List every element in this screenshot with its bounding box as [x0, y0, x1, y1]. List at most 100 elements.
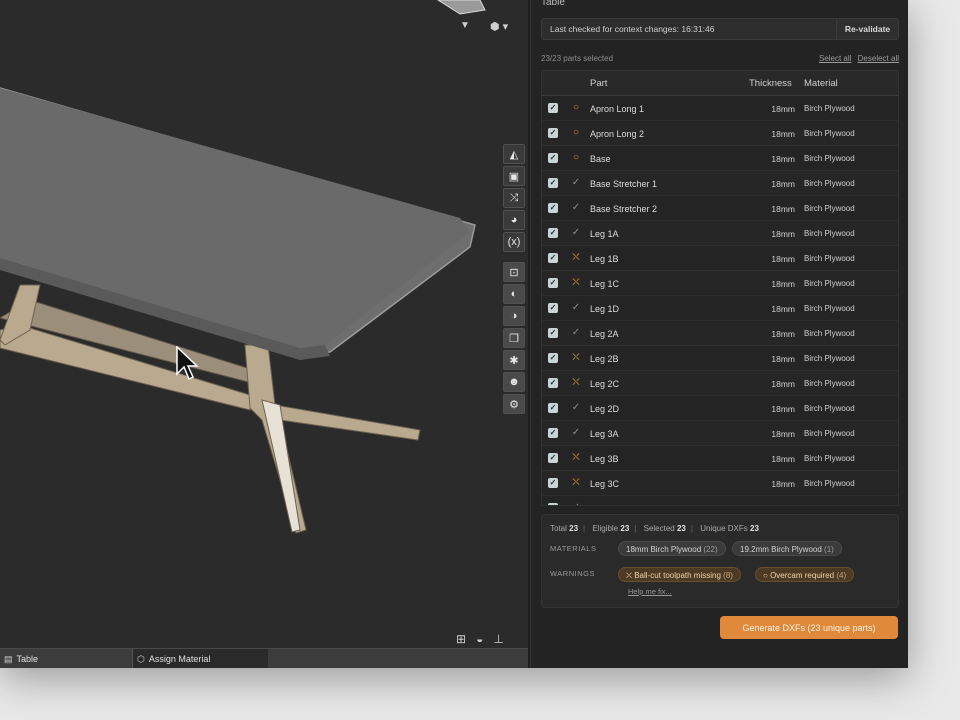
- tab-assign-material[interactable]: ⬡ Assign Material: [132, 649, 268, 668]
- row-checkbox[interactable]: ✓: [548, 128, 558, 138]
- part-material[interactable]: Birch Plywood: [804, 354, 855, 363]
- header-thickness[interactable]: Thickness: [749, 78, 792, 89]
- explode-icon[interactable]: ✱: [503, 350, 525, 370]
- part-material[interactable]: Birch Plywood: [804, 454, 855, 463]
- row-checkbox[interactable]: ✓: [548, 203, 558, 213]
- part-material[interactable]: Birch Plywood: [804, 304, 855, 313]
- row-checkbox[interactable]: ✓: [548, 103, 558, 113]
- table-row[interactable]: ✓ ○ Apron Long 2 18mm Birch Plywood: [542, 121, 898, 146]
- row-checkbox[interactable]: ✓: [548, 428, 558, 438]
- view-menu-caret-icon[interactable]: ▼: [460, 20, 470, 31]
- table-row[interactable]: ✓ ⛌ Leg 2B 18mm Birch Plywood: [542, 346, 898, 371]
- table-row[interactable]: ✓ ⛌ Leg 1C 18mm Birch Plywood: [542, 271, 898, 296]
- camera-icon[interactable]: ◒: [476, 632, 483, 646]
- generate-dxfs-button[interactable]: Generate DXFs (23 unique parts): [720, 616, 898, 639]
- unique-value: 23: [750, 524, 759, 533]
- part-material[interactable]: Birch Plywood: [804, 379, 855, 388]
- row-checkbox[interactable]: ✓: [548, 253, 558, 263]
- row-checkbox[interactable]: ✓: [548, 403, 558, 413]
- settings-icon[interactable]: ⚙: [503, 394, 525, 414]
- row-checkbox[interactable]: ✓: [548, 228, 558, 238]
- row-checkbox[interactable]: ✓: [548, 303, 558, 313]
- table-row[interactable]: ✓ ✓ Leg 3D 18mm Birch Plywood: [542, 496, 898, 505]
- row-checkbox[interactable]: ✓: [548, 178, 558, 188]
- row-checkbox[interactable]: ✓: [548, 453, 558, 463]
- table-row[interactable]: ✓ ✓ Leg 1D 18mm Birch Plywood: [542, 296, 898, 321]
- view-cube-icon[interactable]: ⬢ ▾: [490, 20, 508, 33]
- table-row[interactable]: ✓ ✓ Leg 3A 18mm Birch Plywood: [542, 421, 898, 446]
- part-material[interactable]: Birch Plywood: [804, 179, 855, 188]
- tab-label: Table: [16, 654, 39, 664]
- row-checkbox[interactable]: ✓: [548, 278, 558, 288]
- eligible-label: Eligible: [592, 524, 619, 533]
- table-row[interactable]: ✓ ✓ Leg 2D 18mm Birch Plywood: [542, 396, 898, 421]
- row-checkbox[interactable]: ✓: [548, 378, 558, 388]
- table-row[interactable]: ✓ ✓ Base Stretcher 2 18mm Birch Plywood: [542, 196, 898, 221]
- layers-icon[interactable]: ❐: [503, 328, 525, 348]
- help-link[interactable]: Help me fix...: [628, 587, 672, 596]
- part-name: Leg 3B: [590, 454, 619, 464]
- parts-table[interactable]: Part Thickness Material ✓ ○ Apron Long 1 18…: [541, 70, 899, 506]
- table-row[interactable]: ✓ ○ Apron Long 1 18mm Birch Plywood: [542, 96, 898, 121]
- row-checkbox[interactable]: ✓: [548, 328, 558, 338]
- material-chip[interactable]: 19.2mm Birch Plywood (1): [732, 541, 842, 556]
- part-material[interactable]: Birch Plywood: [804, 129, 855, 138]
- part-material[interactable]: Birch Plywood: [804, 504, 855, 505]
- tab-label: Assign Material: [148, 654, 211, 664]
- appearance-icon[interactable]: ◐: [503, 284, 525, 304]
- unique-label: Unique DXFs: [700, 524, 748, 533]
- render-icon[interactable]: ◕: [503, 210, 525, 230]
- part-thickness: 18mm: [771, 279, 795, 289]
- header-part[interactable]: Part: [590, 78, 607, 89]
- section-view-icon[interactable]: ◭: [503, 144, 525, 164]
- part-material[interactable]: Birch Plywood: [804, 229, 855, 238]
- part-material[interactable]: Birch Plywood: [804, 404, 855, 413]
- table-model: [0, 0, 486, 534]
- material-icon: ⬡: [137, 653, 145, 664]
- transform-icon[interactable]: ⤨: [503, 188, 525, 208]
- warning-chip-ballcut[interactable]: ⛌ Ball-cut toolpath missing (8): [618, 567, 741, 582]
- table-row[interactable]: ✓ ⛌ Leg 1B 18mm Birch Plywood: [542, 246, 898, 271]
- table-row[interactable]: ✓ ⛌ Leg 3B 18mm Birch Plywood: [542, 446, 898, 471]
- 3d-viewport[interactable]: ▼ ⬢ ▾ ◭ ▣ ⤨ ◕ (x) ⊡ ◐ ◑ ❐ ✱ ☻ ⚙ ⊞ ◒ ⊥: [0, 0, 528, 648]
- part-material[interactable]: Birch Plywood: [804, 104, 855, 113]
- table-row[interactable]: ✓ ✓ Base Stretcher 1 18mm Birch Plywood: [542, 171, 898, 196]
- part-material[interactable]: Birch Plywood: [804, 479, 855, 488]
- select-all-link[interactable]: Select all: [819, 54, 851, 63]
- part-material[interactable]: Birch Plywood: [804, 429, 855, 438]
- grid-icon[interactable]: ⊞: [456, 632, 466, 646]
- header-material[interactable]: Material: [804, 78, 838, 89]
- row-checkbox[interactable]: ✓: [548, 353, 558, 363]
- part-thickness: 18mm: [771, 404, 795, 414]
- row-checkbox[interactable]: ✓: [548, 153, 558, 163]
- lighting-icon[interactable]: ◑: [503, 306, 525, 326]
- part-material[interactable]: Birch Plywood: [804, 154, 855, 163]
- part-material[interactable]: Birch Plywood: [804, 254, 855, 263]
- part-thickness: 18mm: [771, 204, 795, 214]
- avatar-icon[interactable]: ☻: [503, 372, 525, 392]
- table-row[interactable]: ✓ ○ Base 18mm Birch Plywood: [542, 146, 898, 171]
- part-material[interactable]: Birch Plywood: [804, 329, 855, 338]
- tab-table[interactable]: ▤ Table: [0, 649, 130, 668]
- ball-cut-icon: ⛌: [626, 571, 632, 580]
- deselect-all-link[interactable]: Deselect all: [858, 54, 899, 63]
- part-material[interactable]: Birch Plywood: [804, 279, 855, 288]
- warning-chip-overcam[interactable]: ○ Overcam required (4): [755, 567, 855, 582]
- material-chip[interactable]: 18mm Birch Plywood (22): [618, 541, 726, 556]
- snap-icon[interactable]: ⊡: [503, 262, 525, 282]
- part-material[interactable]: Birch Plywood: [804, 204, 855, 213]
- row-checkbox[interactable]: ✓: [548, 478, 558, 488]
- table-row[interactable]: ✓ ✓ Leg 1A 18mm Birch Plywood: [542, 221, 898, 246]
- cube-view-icon[interactable]: ▣: [503, 166, 525, 186]
- table-row[interactable]: ✓ ✓ Leg 2A 18mm Birch Plywood: [542, 321, 898, 346]
- table-row[interactable]: ✓ ⛌ Leg 3C 18mm Birch Plywood: [542, 471, 898, 496]
- revalidate-button[interactable]: Re-validate: [836, 19, 898, 39]
- row-checkbox[interactable]: ✓: [548, 503, 558, 505]
- table-row[interactable]: ✓ ⛌ Leg 2C 18mm Birch Plywood: [542, 371, 898, 396]
- part-thickness: 18mm: [771, 179, 795, 189]
- measure-icon[interactable]: ⊥: [493, 632, 503, 646]
- variables-icon[interactable]: (x): [503, 232, 525, 252]
- chip-label: 19.2mm Birch Plywood: [740, 545, 822, 554]
- part-thickness: 18mm: [771, 429, 795, 439]
- part-name: Leg 2C: [590, 379, 620, 389]
